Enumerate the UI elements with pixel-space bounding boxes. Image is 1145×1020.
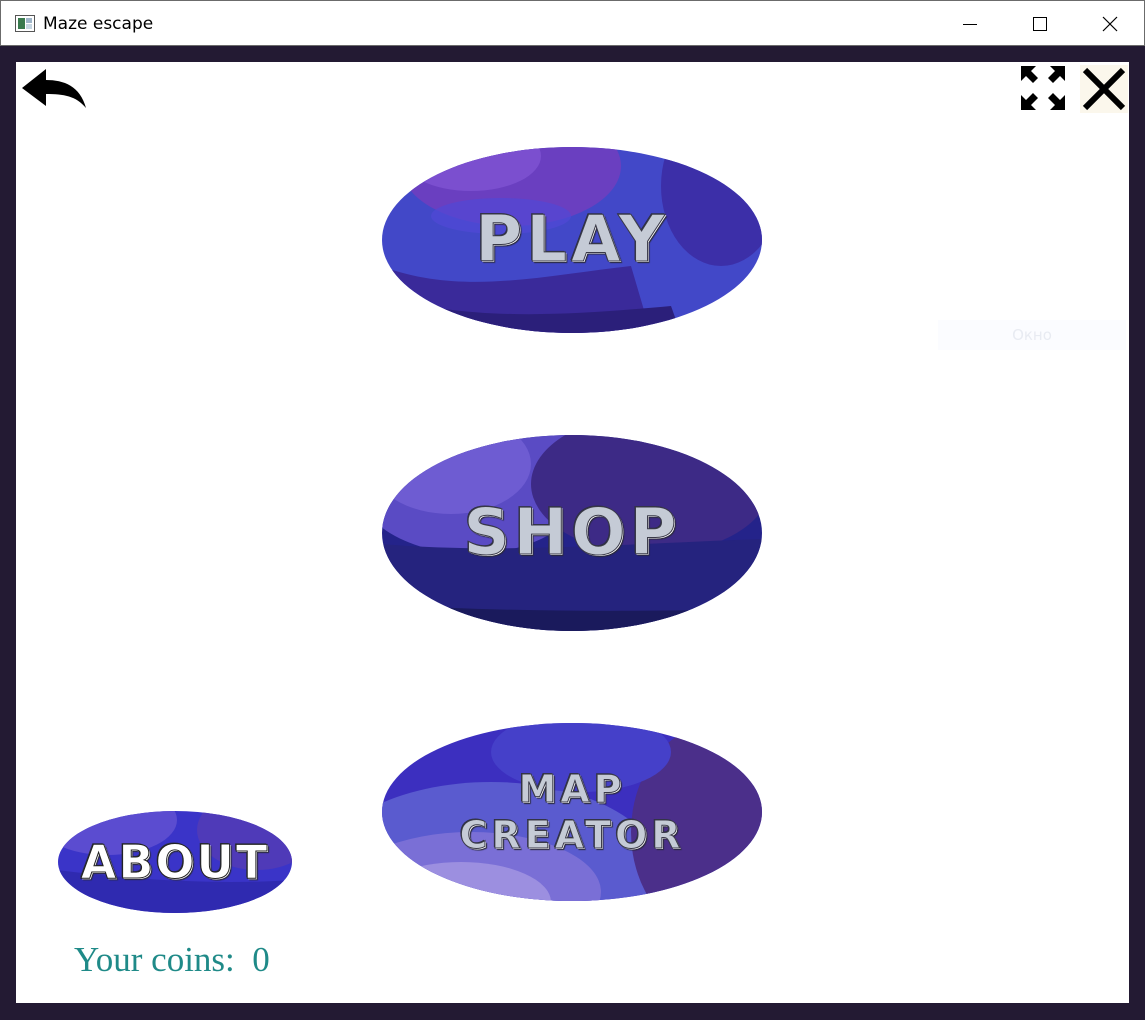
map-creator-label-line2: CREATOR [459,813,685,857]
map-creator-button[interactable]: MAP CREATOR [381,722,763,902]
coins-label: Your coins: [74,940,235,979]
window-title: Maze escape [43,14,154,34]
coins-value: 0 [252,940,270,979]
back-arrow-icon[interactable] [20,66,88,110]
map-creator-label-line1: MAP [518,767,626,811]
ghost-window-label: Окно [938,320,1126,350]
window-close-button[interactable] [1075,1,1145,47]
shop-label: SHOP [463,496,681,570]
play-label: PLAY [475,203,669,277]
window-titlebar: Maze escape [0,0,1145,46]
maximize-icon [1033,17,1047,31]
app-icon [15,15,35,32]
play-button[interactable]: PLAY [381,146,763,334]
minimize-icon [963,24,977,25]
coins-display: Your coins: 0 [74,940,270,980]
about-button[interactable]: ABOUT [57,810,293,914]
maximize-button[interactable] [1005,1,1075,47]
shop-button[interactable]: SHOP [381,434,763,632]
close-x-icon [1102,16,1118,32]
fullscreen-icon[interactable] [1020,65,1066,111]
close-icon[interactable] [1080,65,1128,113]
about-label: ABOUT [80,835,270,889]
minimize-button[interactable] [935,1,1005,47]
